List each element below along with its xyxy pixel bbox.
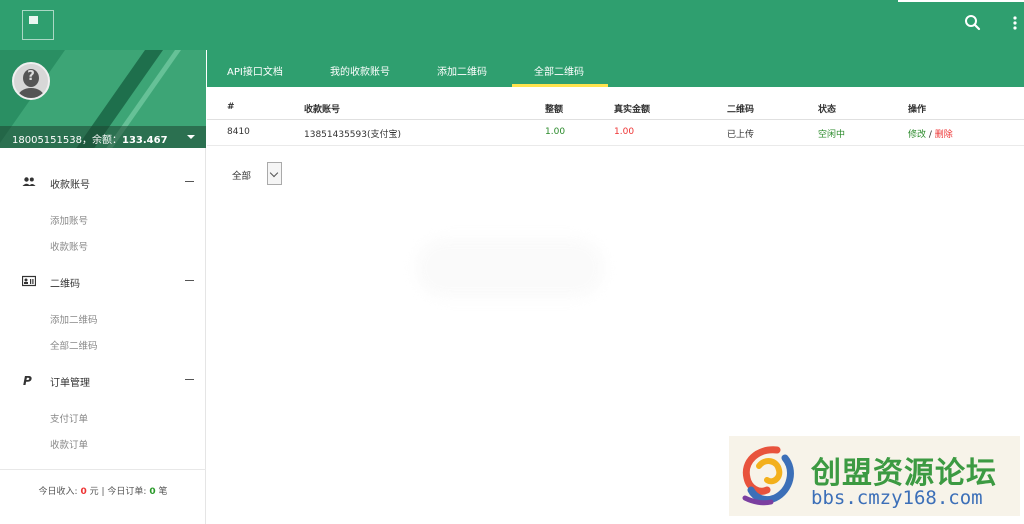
table-row: 8410 13851435593(支付宝) 1.00 1.00 已上传 空闲中 …: [207, 120, 1024, 146]
swirl-logo-icon: [742, 446, 794, 506]
nav-head-accounts[interactable]: 收款账号: [0, 169, 206, 195]
filter-select[interactable]: [267, 162, 282, 185]
today-summary: 今日收入: 0 元 | 今日订单: 0 笔: [0, 469, 206, 524]
search-icon[interactable]: [962, 12, 984, 34]
nav-head-qrcode[interactable]: 二维码: [0, 268, 206, 294]
more-vert-icon[interactable]: [1008, 12, 1022, 36]
chevron-down-icon: [269, 168, 279, 178]
nav-group-qrcode: 二维码 添加二维码 全部二维码: [0, 268, 206, 356]
id-card-icon: [22, 275, 36, 287]
tab-api-docs[interactable]: API接口文档: [227, 63, 283, 78]
header-edge-line: [898, 0, 1024, 2]
balance-bar[interactable]: 18005151538，余额：133.467: [0, 126, 206, 148]
caret-down-icon[interactable]: [187, 135, 195, 139]
avatar[interactable]: ?: [12, 62, 50, 100]
sidebar-item-accounts[interactable]: 收款账号: [0, 231, 206, 257]
tab-my-accounts[interactable]: 我的收款账号: [330, 63, 390, 78]
sidebar: ? 18005151538，余额：133.467 收款账号 添加账号 收款账号 …: [0, 50, 206, 524]
nav-head-orders[interactable]: P 订单管理: [0, 367, 206, 393]
collapse-icon[interactable]: [185, 181, 194, 182]
tab-bar: API接口文档 我的收款账号 添加二维码 全部二维码: [207, 50, 1024, 87]
filter-select-value: 全部: [232, 171, 252, 182]
sidebar-item-receive-orders[interactable]: 收款订单: [0, 429, 206, 455]
paypal-icon: P: [23, 374, 32, 386]
delete-link[interactable]: 删除: [935, 130, 953, 140]
sidebar-item-add-account[interactable]: 添加账号: [0, 205, 206, 231]
row-actions: 修改 / 删除: [908, 130, 953, 140]
tab-all-qrcode[interactable]: 全部二维码: [534, 63, 584, 78]
nav-group-orders: P 订单管理 支付订单 收款订单: [0, 367, 206, 455]
collapse-icon[interactable]: [185, 280, 194, 281]
collapse-icon[interactable]: [185, 379, 194, 380]
tab-add-qrcode[interactable]: 添加二维码: [437, 63, 487, 78]
sidebar-item-add-qrcode[interactable]: 添加二维码: [0, 304, 206, 330]
account-balance: 18005151538，余额：133.467: [12, 135, 168, 146]
nav-group-accounts: 收款账号 添加账号 收款账号: [0, 169, 206, 257]
svg-text:P: P: [23, 374, 32, 386]
table-header: # 收款账号 整额 真实金额 二维码 状态 操作: [207, 95, 1024, 120]
sidebar-item-pay-orders[interactable]: 支付订单: [0, 403, 206, 429]
profile-panel: ? 18005151538，余额：133.467: [0, 50, 206, 148]
blur-artifact: [415, 238, 605, 298]
edit-link[interactable]: 修改: [908, 130, 926, 140]
active-tab-indicator: [512, 84, 608, 87]
qrcode-table: # 收款账号 整额 真实金额 二维码 状态 操作 8410 1385143559…: [207, 95, 1024, 146]
watermark-banner: 创盟资源论坛 bbs.cmzy168.com: [729, 436, 1020, 516]
logo-icon[interactable]: [22, 10, 54, 40]
users-icon: [22, 177, 36, 186]
sidebar-item-all-qrcode[interactable]: 全部二维码: [0, 330, 206, 356]
top-header: [0, 0, 1024, 50]
